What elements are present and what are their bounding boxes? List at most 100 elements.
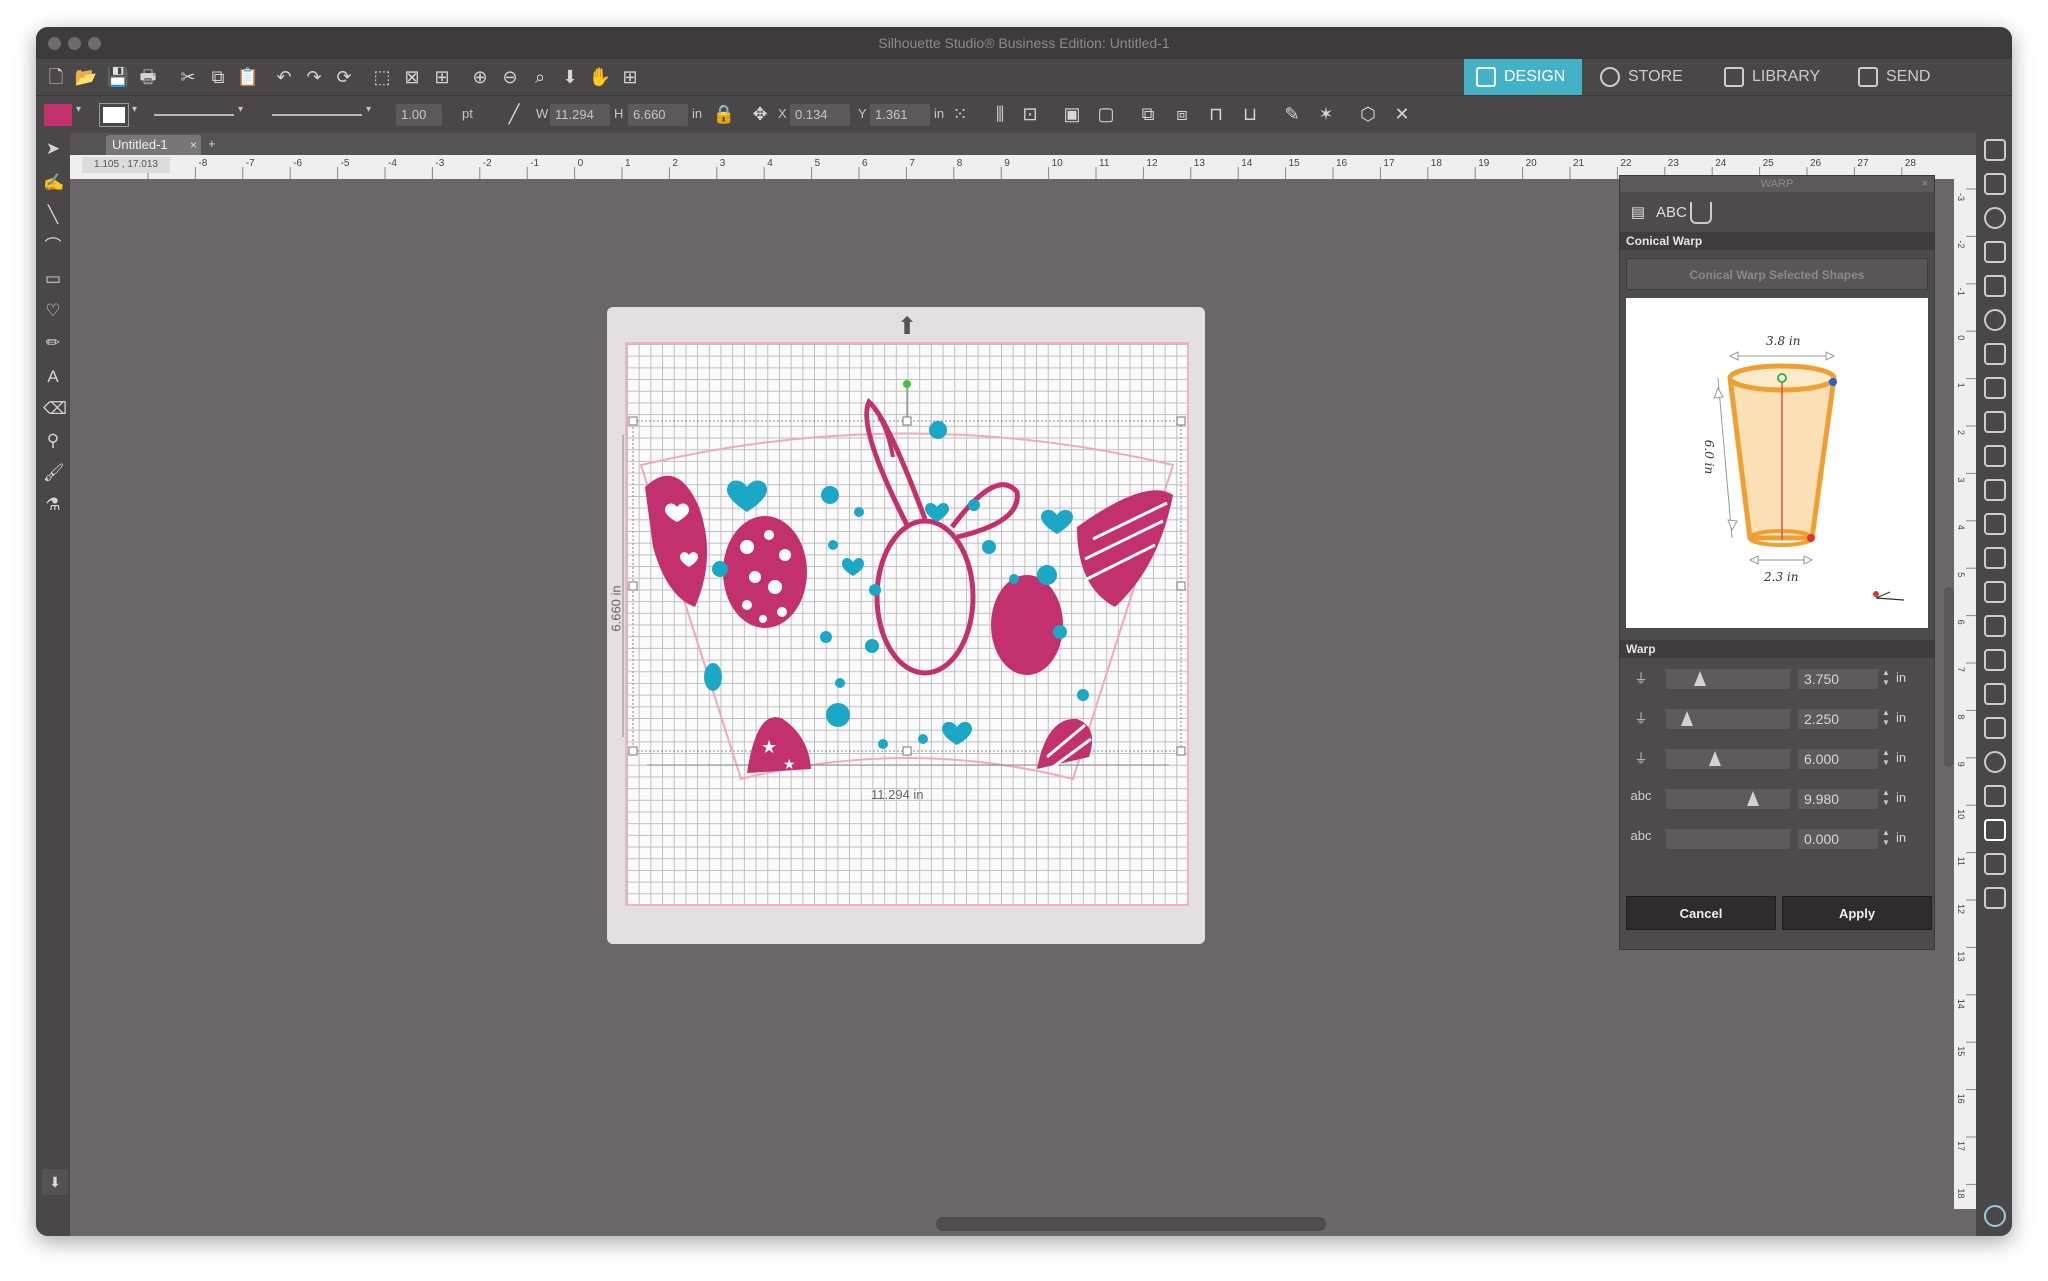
zoom-in-icon[interactable]: ⊕ bbox=[468, 65, 492, 89]
bottom-diameter-input[interactable]: 2.250 bbox=[1798, 709, 1878, 729]
3d-box-icon[interactable]: ⬡ bbox=[1356, 102, 1380, 126]
trace-icon[interactable] bbox=[1984, 581, 2006, 603]
zoom-fit-icon[interactable]: ⌕ bbox=[528, 65, 552, 89]
width-input[interactable]: 11.294 bbox=[550, 104, 610, 126]
grid-dots-icon[interactable]: ⁙ bbox=[948, 102, 972, 126]
design-store-icon[interactable] bbox=[1984, 887, 2006, 909]
cancel-button[interactable]: Cancel bbox=[1626, 896, 1776, 930]
tab-library[interactable]: LIBRARY bbox=[1712, 59, 1840, 95]
pattern-icon[interactable] bbox=[1984, 785, 2006, 807]
height-input[interactable]: 6.660 bbox=[628, 104, 688, 126]
page-setup-icon[interactable] bbox=[1984, 139, 2006, 161]
center-icon[interactable]: ⊡ bbox=[1018, 102, 1042, 126]
align-panel-icon[interactable] bbox=[1984, 411, 2006, 433]
chevron-down-icon[interactable]: ▾ bbox=[132, 104, 137, 115]
tab-store[interactable]: STORE bbox=[1588, 59, 1706, 95]
design-offset-slider[interactable] bbox=[1666, 829, 1790, 849]
eyedropper-icon[interactable]: ⚗ bbox=[43, 495, 63, 515]
text-tool-icon[interactable]: A bbox=[43, 367, 63, 387]
ungroup-icon[interactable]: ▢ bbox=[1094, 102, 1118, 126]
text-warp-icon[interactable]: ABC bbox=[1656, 200, 1687, 226]
group-icon[interactable]: ▣ bbox=[1060, 102, 1084, 126]
document-tab[interactable]: Untitled-1 × bbox=[106, 135, 201, 155]
line-end-select[interactable] bbox=[272, 114, 362, 116]
tab-send[interactable]: SEND bbox=[1846, 59, 1964, 95]
fill-panel-icon[interactable] bbox=[1984, 207, 2006, 229]
design-offset-input[interactable]: 0.000 bbox=[1798, 829, 1878, 849]
line-panel-icon[interactable] bbox=[1984, 241, 2006, 263]
new-file-icon[interactable]: 🗋 bbox=[44, 65, 68, 89]
align-icon[interactable]: ⫼ bbox=[988, 102, 1012, 126]
offset-icon[interactable] bbox=[1984, 547, 2006, 569]
stepper-icon[interactable]: ▲ ▼ bbox=[1882, 828, 1890, 848]
chevron-down-icon[interactable]: ▾ bbox=[76, 104, 81, 115]
eraser-icon[interactable]: ✎ bbox=[1280, 102, 1304, 126]
stepper-icon[interactable]: ▲ ▼ bbox=[1882, 668, 1890, 688]
curve-tool-icon[interactable]: ⌒ bbox=[43, 237, 63, 257]
cup-height-slider[interactable] bbox=[1666, 749, 1790, 769]
close-tab-icon[interactable]: × bbox=[190, 135, 197, 155]
shape-tool-icon[interactable]: ♡ bbox=[43, 301, 63, 321]
line-color-swatch[interactable] bbox=[99, 103, 129, 127]
envelope-warp-icon[interactable]: ▤ bbox=[1624, 200, 1652, 226]
slider-thumb[interactable] bbox=[1694, 671, 1706, 686]
deselect-icon[interactable]: ⊠ bbox=[400, 65, 424, 89]
copy-icon[interactable]: ⧉ bbox=[206, 65, 230, 89]
vertical-scrollbar[interactable] bbox=[1944, 587, 1954, 767]
layers-icon[interactable] bbox=[1984, 683, 2006, 705]
minimize-window-button[interactable] bbox=[68, 37, 81, 50]
top-diameter-slider[interactable] bbox=[1666, 669, 1790, 689]
fit-page-icon[interactable]: ⊞ bbox=[618, 65, 642, 89]
slider-thumb[interactable] bbox=[1746, 791, 1759, 806]
pan-hand-icon[interactable]: ✋ bbox=[588, 65, 612, 89]
stepper-icon[interactable]: ▲ ▼ bbox=[1882, 748, 1890, 768]
save-icon[interactable]: 💾 bbox=[106, 65, 130, 89]
replicate-icon[interactable] bbox=[1984, 479, 2006, 501]
y-position-input[interactable]: 1.361 bbox=[870, 104, 930, 126]
cut-icon[interactable]: ✂ bbox=[176, 65, 200, 89]
apply-button[interactable]: Apply bbox=[1782, 896, 1932, 930]
add-tab-button[interactable]: + bbox=[208, 136, 216, 151]
fill-color-swatch[interactable] bbox=[44, 104, 72, 126]
sketch-icon[interactable] bbox=[1984, 717, 2006, 739]
bottom-diameter-slider[interactable] bbox=[1666, 709, 1790, 729]
subtract-icon[interactable]: ⊔ bbox=[1238, 102, 1262, 126]
stepper-icon[interactable]: ▲ ▼ bbox=[1882, 708, 1890, 728]
move-icon[interactable]: ✥ bbox=[748, 102, 772, 126]
bring-front-icon[interactable]: ⧉ bbox=[1136, 102, 1160, 126]
undo-icon[interactable]: ↶ bbox=[272, 65, 296, 89]
line-tool-icon[interactable]: ╱ bbox=[502, 102, 526, 126]
close-window-button[interactable] bbox=[48, 37, 61, 50]
close-panel-icon[interactable]: × bbox=[1922, 176, 1928, 192]
send-back-icon[interactable]: ⧈ bbox=[1170, 102, 1194, 126]
print-icon[interactable]: 🖶 bbox=[136, 65, 160, 89]
design-width-input[interactable]: 9.980 bbox=[1798, 789, 1878, 809]
line-style-select[interactable] bbox=[154, 114, 234, 116]
refresh-icon[interactable]: ⟳ bbox=[332, 65, 356, 89]
select-by-color-icon[interactable]: ⊞ bbox=[430, 65, 454, 89]
star-icon[interactable]: ✶ bbox=[1314, 102, 1338, 126]
conical-warp-selected-button[interactable]: Conical Warp Selected Shapes bbox=[1626, 258, 1928, 290]
pixscan-icon[interactable] bbox=[1984, 853, 2006, 875]
zoom-out-icon[interactable]: ⊖ bbox=[498, 65, 522, 89]
paste-icon[interactable]: 📋 bbox=[236, 65, 260, 89]
line-width-input[interactable]: 1.00 bbox=[396, 104, 442, 126]
design-width-slider[interactable] bbox=[1666, 789, 1790, 809]
font-icon[interactable] bbox=[1984, 377, 2006, 399]
select-all-icon[interactable]: ⬚ bbox=[370, 65, 394, 89]
pointer-icon[interactable]: ➤ bbox=[43, 139, 63, 159]
x-position-input[interactable]: 0.134 bbox=[790, 104, 850, 126]
knife-tool-icon[interactable]: ⚲ bbox=[43, 431, 63, 451]
redo-icon[interactable]: ↷ bbox=[302, 65, 326, 89]
tab-design[interactable]: DESIGN bbox=[1464, 59, 1582, 95]
modify-icon[interactable] bbox=[1984, 513, 2006, 535]
chevron-down-icon[interactable]: ▾ bbox=[238, 104, 243, 115]
chevron-down-icon[interactable]: ▾ bbox=[366, 104, 371, 115]
send-panel-icon[interactable] bbox=[1984, 173, 2006, 195]
warp-panel-titlebar[interactable]: WARP × bbox=[1620, 176, 1934, 192]
rectangle-tool-icon[interactable]: ▭ bbox=[43, 269, 63, 289]
horizontal-scrollbar[interactable] bbox=[936, 1217, 1326, 1231]
zoom-window-button[interactable] bbox=[88, 37, 101, 50]
top-diameter-input[interactable]: 3.750 bbox=[1798, 669, 1878, 689]
stepper-icon[interactable]: ▲ ▼ bbox=[1882, 788, 1890, 808]
